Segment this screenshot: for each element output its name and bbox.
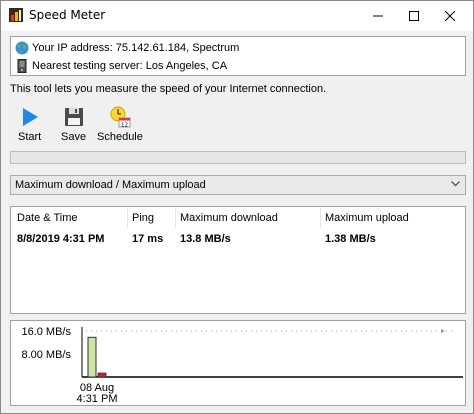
server-row: Nearest testing server: Los Angeles, CA	[15, 58, 227, 74]
column-header-ping[interactable]: Ping	[128, 208, 176, 228]
ip-address-row: Your IP address: 75.142.61.184, Spectrum	[15, 40, 239, 56]
cell-date-time: 8/8/2019 4:31 PM	[17, 233, 105, 245]
x-tick-label: 4:31 PM	[77, 393, 118, 405]
cell-ping: 17 ms	[132, 233, 164, 245]
floppy-disk-icon	[64, 108, 83, 126]
schedule-clock-icon: 12	[110, 106, 131, 128]
speed-graph: 16.0 MB/s 8.00 MB/s 08 Aug 4:31 PM	[10, 320, 466, 406]
start-button-label: Start	[18, 131, 42, 143]
server-icon	[17, 59, 27, 73]
schedule-button[interactable]: 12 Schedule	[97, 106, 143, 143]
play-icon	[22, 108, 38, 126]
results-header-row: Date & Time Ping Maximum download Maximu…	[11, 208, 465, 228]
column-header-max-upload[interactable]: Maximum upload	[321, 208, 465, 228]
globe-icon	[15, 41, 29, 55]
download-bar	[87, 336, 97, 378]
speed-meter-app-icon	[9, 8, 23, 22]
table-row[interactable]: 8/8/2019 4:31 PM 17 ms 13.8 MB/s 1.38 MB…	[11, 229, 465, 249]
close-icon	[445, 11, 455, 21]
window-title: Speed Meter	[29, 8, 106, 22]
test-progress-bar	[10, 151, 466, 164]
save-button-label: Save	[61, 131, 87, 143]
close-button[interactable]	[427, 1, 473, 31]
schedule-badge-text: 12	[121, 122, 128, 128]
cell-max-upload: 1.38 MB/s	[325, 233, 376, 245]
server-text: Nearest testing server: Los Angeles, CA	[32, 60, 228, 72]
minimize-icon	[373, 15, 383, 17]
y-tick-label: 8.00 MB/s	[21, 349, 71, 361]
y-tick-label: 16.0 MB/s	[21, 326, 71, 338]
connection-info-panel: Your IP address: 75.142.61.184, Spectrum…	[10, 36, 466, 76]
results-table[interactable]: Date & Time Ping Maximum download Maximu…	[10, 206, 466, 314]
ip-address-text: Your IP address: 75.142.61.184, Spectrum	[32, 42, 240, 54]
upload-bar	[97, 372, 107, 378]
schedule-button-label: Schedule	[97, 131, 143, 143]
column-header-date-time[interactable]: Date & Time	[11, 208, 128, 228]
column-header-max-download[interactable]: Maximum download	[176, 208, 321, 228]
cell-max-download: 13.8 MB/s	[180, 233, 231, 245]
speed-graph-canvas: 16.0 MB/s8.00 MB/s08 Aug4:31 PM	[21, 326, 463, 405]
description-text: This tool lets you measure the speed of …	[10, 83, 327, 95]
start-button[interactable]: Start	[18, 106, 41, 143]
maximize-icon	[409, 11, 419, 21]
chevron-down-icon	[451, 181, 460, 187]
grid-arrow-icon	[441, 329, 445, 333]
title-bar[interactable]: Speed Meter	[1, 1, 473, 31]
speed-meter-window: Speed Meter Your IP address: 75.142.61.1…	[0, 0, 474, 414]
test-mode-dropdown[interactable]: Maximum download / Maximum upload	[10, 175, 466, 195]
test-mode-selected: Maximum download / Maximum upload	[15, 179, 206, 191]
save-button[interactable]: Save	[61, 106, 86, 143]
